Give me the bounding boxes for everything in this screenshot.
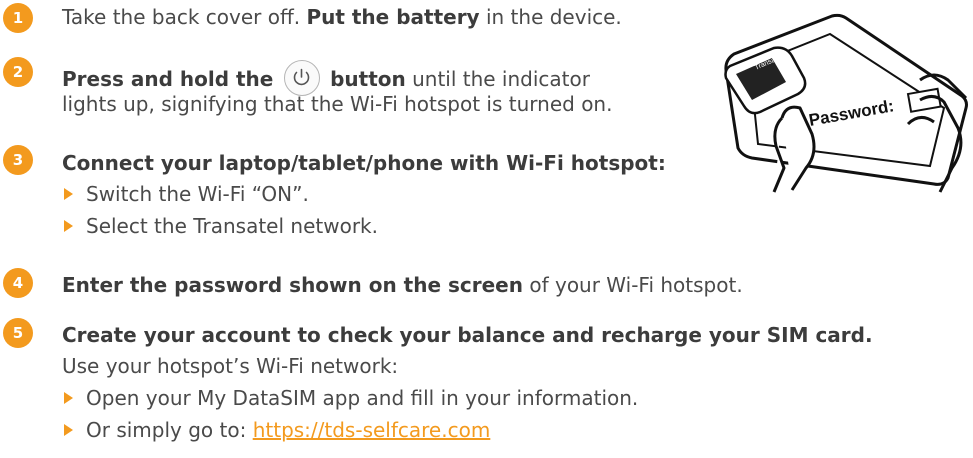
bullet-arrow-icon — [64, 188, 73, 200]
hands-holding-hotspot-icon: Transatel Password: — [724, 13, 968, 193]
step-number-badge: 4 — [3, 268, 33, 298]
step-text: Enter the password shown on the screen o… — [62, 273, 743, 297]
step-text-line2: lights up, signifying that the Wi-Fi hot… — [62, 92, 613, 116]
bullet-item: Or simply go to: https://tds-selfcare.co… — [64, 417, 490, 444]
selfcare-link[interactable]: https://tds-selfcare.com — [253, 418, 491, 442]
bullet-item: Open your My DataSIM app and fill in you… — [64, 385, 638, 412]
bullet-item: Switch the Wi-Fi “ON”. — [64, 181, 309, 208]
bullet-item: Select the Transatel network. — [64, 213, 378, 240]
bullet-arrow-icon — [64, 220, 73, 232]
step-text: Connect your laptop/tablet/phone with Wi… — [62, 151, 666, 175]
step-text: Create your account to check your balanc… — [62, 323, 873, 347]
step-number-badge: 2 — [3, 57, 33, 87]
step-number-badge: 1 — [3, 3, 33, 33]
step-text-line2: Use your hotspot’s Wi-Fi network: — [62, 354, 399, 378]
bullet-arrow-icon — [64, 392, 73, 404]
hotspot-password-illustration: Transatel Password: — [712, 8, 972, 193]
step-text: Take the back cover off. Put the battery… — [62, 5, 622, 29]
step-number-badge: 5 — [3, 318, 33, 348]
step-number-badge: 3 — [3, 145, 33, 175]
bullet-arrow-icon — [64, 424, 73, 436]
